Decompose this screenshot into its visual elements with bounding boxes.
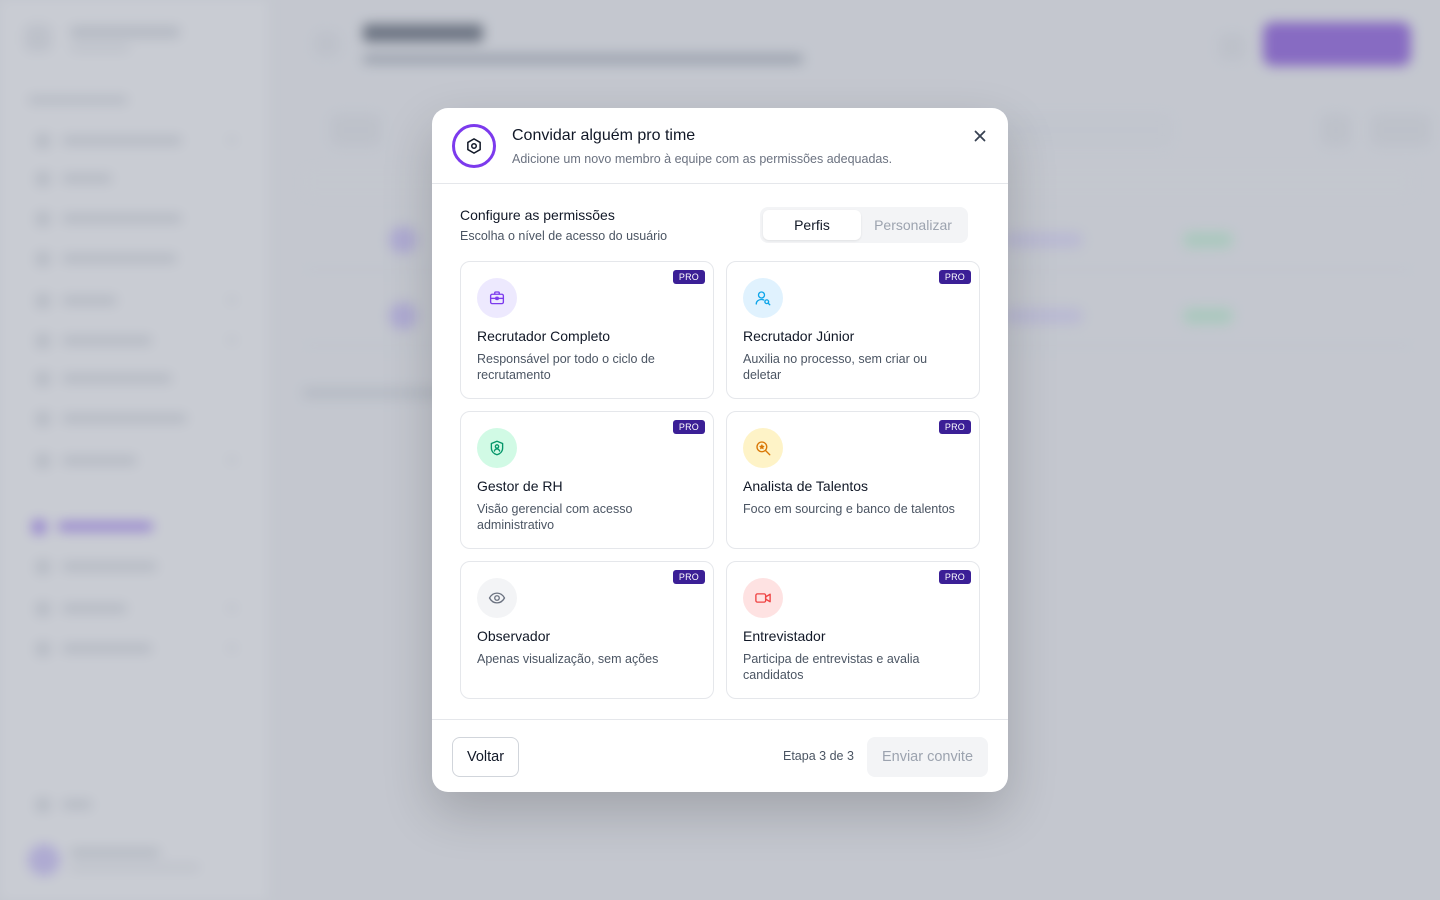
role-title: Observador <box>477 628 551 644</box>
role-description: Participa de entrevistas e avalia candid… <box>743 652 920 682</box>
role-title: Gestor de RH <box>477 478 563 494</box>
pro-badge: PRO <box>938 420 971 434</box>
role-description: Apenas visualização, sem ações <box>477 652 659 666</box>
modal-subtitle: Adicione um novo membro à equipe com as … <box>512 152 893 166</box>
shield-user-icon <box>477 428 517 468</box>
eye-icon <box>477 578 517 618</box>
role-card-analista-de-talentos[interactable]: PRO Analista de Talentos Foco em sourcin… <box>726 411 980 549</box>
close-icon <box>974 130 986 142</box>
role-card-recrutador-completo[interactable]: PRO Recrutador Completo Responsável por … <box>460 261 714 399</box>
close-button[interactable] <box>970 126 990 146</box>
hexagon-settings-icon <box>452 124 496 168</box>
pro-badge: PRO <box>672 270 705 284</box>
role-title: Entrevistador <box>743 628 826 644</box>
briefcase-icon <box>477 278 517 318</box>
role-card-gestor-de-rh[interactable]: PRO Gestor de RH Visão gerencial com ace… <box>460 411 714 549</box>
tab-personalizar[interactable]: Personalizar <box>861 210 965 240</box>
search-star-icon <box>743 428 783 468</box>
role-description: Auxilia no processo, sem criar ou deleta… <box>743 352 928 382</box>
permissions-description: Escolha o nível de acesso do usuário <box>460 229 668 243</box>
role-description: Responsável por todo o ciclo de recrutam… <box>477 352 655 382</box>
role-title: Analista de Talentos <box>743 478 869 494</box>
video-camera-icon <box>743 578 783 618</box>
back-button[interactable]: Voltar <box>452 737 519 777</box>
modal-title: Convidar alguém pro time <box>512 127 696 144</box>
user-search-icon <box>743 278 783 318</box>
permissions-title: Configure as permissões <box>460 207 615 223</box>
role-card-entrevistador[interactable]: PRO Entrevistador Participa de entrevist… <box>726 561 980 699</box>
role-card-recrutador-junior[interactable]: PRO Recrutador Júnior Auxilia no process… <box>726 261 980 399</box>
role-title: Recrutador Júnior <box>743 328 855 344</box>
role-description: Visão gerencial com acesso administrativ… <box>477 502 633 532</box>
pro-badge: PRO <box>672 420 705 434</box>
pro-badge: PRO <box>938 270 971 284</box>
role-title: Recrutador Completo <box>477 328 611 344</box>
invite-member-modal: Convidar alguém pro time Adicione um nov… <box>432 108 1008 792</box>
role-description: Foco em sourcing e banco de talentos <box>743 502 955 516</box>
step-indicator: Etapa 3 de 3 <box>783 749 854 763</box>
permissions-mode-toggle: Perfis Personalizar <box>760 207 968 243</box>
tab-perfis[interactable]: Perfis <box>763 210 861 240</box>
role-card-observador[interactable]: PRO Observador Apenas visualização, sem … <box>460 561 714 699</box>
pro-badge: PRO <box>672 570 705 584</box>
modal-header: Convidar alguém pro time Adicione um nov… <box>432 108 1008 184</box>
modal-footer: Voltar Etapa 3 de 3 Enviar convite <box>432 719 1008 792</box>
pro-badge: PRO <box>938 570 971 584</box>
send-invite-button[interactable]: Enviar convite <box>867 737 988 777</box>
